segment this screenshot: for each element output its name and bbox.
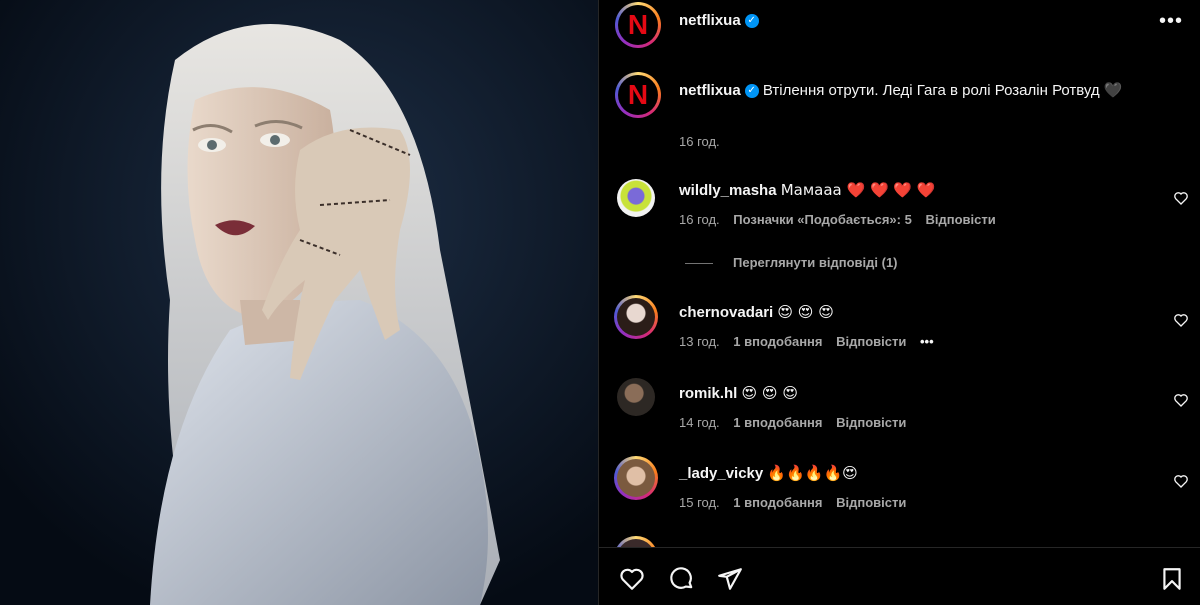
caption-username[interactable]: netflixua: [679, 82, 741, 99]
comment-text: Мамааа ❤️ ❤️ ❤️ ❤️: [780, 181, 936, 199]
comment-icon[interactable]: [669, 566, 695, 592]
comment-username[interactable]: _lady_vicky: [679, 465, 763, 482]
comment-avatar[interactable]: [617, 179, 655, 217]
comment-text: 😍 😍 😍: [777, 303, 834, 321]
share-icon[interactable]: [717, 566, 743, 592]
comment-time[interactable]: 14 год.: [679, 415, 720, 430]
comment-like-heart-icon[interactable]: [1173, 392, 1189, 408]
caption-time[interactable]: 16 год.: [679, 134, 720, 149]
caption-avatar[interactable]: N: [615, 72, 661, 118]
reply-button[interactable]: Відповісти: [925, 212, 995, 227]
comments-panel: N netflixua ✓ ••• N netflixua ✓ Втілення о…: [598, 0, 1200, 605]
author-username[interactable]: netflixua: [679, 12, 741, 29]
comment-more-icon[interactable]: •••: [920, 334, 934, 349]
comment-avatar[interactable]: [617, 378, 655, 416]
comment-avatar[interactable]: [614, 536, 658, 547]
reply-button[interactable]: Відповісти: [836, 334, 906, 349]
verified-badge-icon: ✓: [744, 84, 759, 99]
bookmark-icon[interactable]: [1159, 566, 1185, 592]
comment-likes[interactable]: 1 вподобання: [733, 334, 822, 349]
comment-avatar[interactable]: [614, 295, 658, 339]
verified-badge-icon: ✓: [744, 13, 759, 28]
comment-like-heart-icon[interactable]: [1173, 473, 1189, 489]
caption-text: Втілення отрути. Леді Гага в ролі Розалі…: [762, 82, 1123, 99]
comment-text: 😍 😍 😍: [741, 384, 798, 402]
view-replies-button[interactable]: Переглянути відповіді (1): [685, 255, 898, 270]
comment-time[interactable]: 16 год.: [679, 212, 720, 227]
author-avatar[interactable]: N: [615, 2, 661, 48]
comment-username[interactable]: wildly_masha: [679, 182, 777, 199]
reply-button[interactable]: Відповісти: [836, 415, 906, 430]
post-header: N netflixua ✓ •••: [599, 0, 1200, 48]
more-options-icon[interactable]: •••: [1159, 10, 1183, 33]
comment-time[interactable]: 13 год.: [679, 334, 720, 349]
post-actions-bar: [599, 547, 1200, 605]
comment-like-heart-icon[interactable]: [1173, 190, 1189, 206]
post-dialog: N netflixua ✓ ••• N netflixua ✓ Втілення о…: [0, 0, 1200, 605]
comment-username[interactable]: chernovadari: [679, 304, 773, 321]
reply-button[interactable]: Відповісти: [836, 495, 906, 510]
portrait-illustration: [0, 0, 598, 605]
heart-icon[interactable]: [619, 566, 645, 592]
comment-likes[interactable]: 1 вподобання: [733, 495, 822, 510]
comment-username[interactable]: romik.hl: [679, 385, 737, 402]
comment-time[interactable]: 15 год.: [679, 495, 720, 510]
comment-likes[interactable]: Позначки «Подобається»: 5: [733, 212, 912, 227]
comment-like-heart-icon[interactable]: [1173, 312, 1189, 328]
netflix-logo-icon: N: [627, 79, 649, 110]
comment-text: 🔥🔥🔥🔥😍: [767, 464, 858, 482]
post-image[interactable]: [0, 0, 598, 605]
netflix-logo-icon: N: [627, 9, 649, 40]
comment-likes[interactable]: 1 вподобання: [733, 415, 822, 430]
comment-avatar[interactable]: [614, 456, 658, 500]
comments-list[interactable]: N netflixua ✓ Втілення отрути. Леді Гага …: [599, 60, 1200, 547]
